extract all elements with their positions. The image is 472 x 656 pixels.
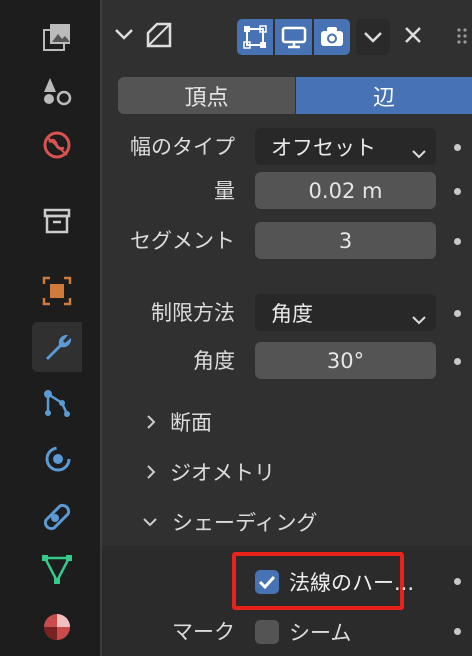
chevron-down-icon[interactable] xyxy=(356,19,390,55)
segments-label: セグメント xyxy=(130,229,235,253)
angle-field[interactable]: 30° xyxy=(255,342,436,379)
properties-tab-bar xyxy=(0,0,82,656)
object-icon[interactable] xyxy=(32,266,82,316)
keyframe-dot[interactable] xyxy=(454,144,461,151)
close-icon[interactable] xyxy=(400,22,426,48)
viewport-display-icon[interactable] xyxy=(275,19,312,55)
chevron-down-icon[interactable] xyxy=(112,22,136,46)
segments-field[interactable]: 3 xyxy=(255,222,436,259)
chevron-right-icon xyxy=(146,464,166,480)
width-type-value: オフセット xyxy=(271,135,376,160)
seam-checkbox[interactable] xyxy=(255,620,279,644)
keyframe-dot[interactable] xyxy=(454,188,461,195)
keyframe-dot[interactable] xyxy=(454,358,461,365)
subpanel-profile-label: 断面 xyxy=(170,411,212,435)
bevel-modifier-icon xyxy=(144,20,174,50)
chevron-down-icon xyxy=(412,140,426,164)
harden-normals-checkbox[interactable] xyxy=(255,570,279,594)
subpanel-shading[interactable]: シェーディング xyxy=(142,507,318,537)
physics-icon[interactable] xyxy=(32,66,82,116)
render-camera-icon[interactable] xyxy=(314,19,350,55)
chevron-down-icon xyxy=(412,306,426,330)
limit-method-label: 制限方法 xyxy=(151,301,235,325)
width-type-label: 幅のタイプ xyxy=(130,135,235,159)
seam-label[interactable]: シーム xyxy=(289,617,351,647)
amount-field[interactable]: 0.02 m xyxy=(255,172,436,209)
subpanel-geometry-label: ジオメトリ xyxy=(170,461,275,485)
keyframe-dot[interactable] xyxy=(454,628,461,635)
edit-mode-icon[interactable] xyxy=(237,19,273,55)
modifier-header xyxy=(100,8,472,66)
particles-icon[interactable] xyxy=(32,378,82,428)
wrench-icon[interactable] xyxy=(32,322,82,372)
keyframe-dot[interactable] xyxy=(454,310,461,317)
subpanel-profile[interactable]: 断面 xyxy=(146,407,212,437)
subpanel-geometry[interactable]: ジオメトリ xyxy=(146,457,275,487)
harden-normals-label[interactable]: 法線のハー... xyxy=(289,567,414,597)
physics-orbit-icon[interactable] xyxy=(32,434,82,484)
material-icon[interactable] xyxy=(32,602,82,652)
keyframe-dot[interactable] xyxy=(454,578,461,585)
data-icon[interactable] xyxy=(32,544,82,594)
checkmark-icon xyxy=(258,575,276,590)
tab-vertices[interactable]: 頂点 xyxy=(118,77,295,114)
limit-method-value: 角度 xyxy=(271,301,313,326)
amount-label: 量 xyxy=(214,179,235,203)
tab-edges[interactable]: 辺 xyxy=(296,77,472,114)
constraint-icon[interactable] xyxy=(32,490,82,540)
subpanel-shading-label: シェーディング xyxy=(172,511,318,535)
collection-icon[interactable] xyxy=(32,196,82,246)
limit-method-dropdown[interactable]: 角度 xyxy=(255,294,436,331)
chevron-down-icon xyxy=(142,517,166,527)
image-icon[interactable] xyxy=(32,12,82,62)
keyframe-dot[interactable] xyxy=(454,238,461,245)
width-type-dropdown[interactable]: オフセット xyxy=(255,128,436,165)
world-icon[interactable] xyxy=(32,120,82,170)
chevron-right-icon xyxy=(146,414,166,430)
drag-handle-icon[interactable] xyxy=(454,26,472,46)
mark-label: マーク xyxy=(172,620,235,644)
angle-label: 角度 xyxy=(193,349,235,373)
